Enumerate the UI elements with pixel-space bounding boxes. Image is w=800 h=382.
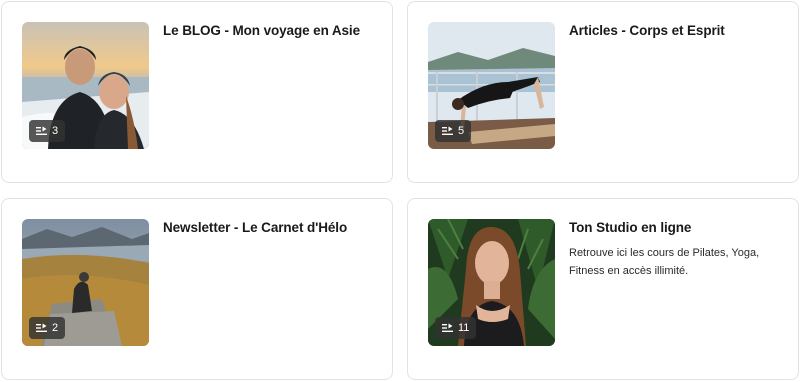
item-count-badge: 5 [435,120,472,142]
collection-card-blog[interactable]: 3 Le BLOG - Mon voyage en Asie [1,1,393,183]
item-count: 2 [52,322,59,334]
item-count: 5 [458,125,465,137]
item-count-badge: 11 [435,317,477,339]
playlist-icon [36,126,47,135]
card-thumbnail[interactable]: 5 [428,22,555,149]
item-count: 11 [458,322,470,334]
item-count-badge: 2 [29,317,66,339]
card-thumbnail[interactable]: 11 [428,219,555,346]
playlist-icon [442,323,453,332]
card-description: Retrouve ici les cours de Pilates, Yoga,… [569,247,760,277]
item-count: 3 [52,125,59,137]
item-count-badge: 3 [29,120,66,142]
card-title[interactable]: Ton Studio en ligne [569,220,784,235]
card-thumbnail[interactable]: 2 [22,219,149,346]
card-title[interactable]: Newsletter - Le Carnet d'Hélo [163,220,378,235]
card-thumbnail[interactable]: 3 [22,22,149,149]
card-title[interactable]: Le BLOG - Mon voyage en Asie [163,23,378,38]
collection-card-articles[interactable]: 5 Articles - Corps et Esprit [407,1,799,183]
playlist-icon [442,126,453,135]
collection-card-newsletter[interactable]: 2 Newsletter - Le Carnet d'Hélo [1,198,393,380]
playlist-icon [36,323,47,332]
collection-card-studio[interactable]: 11 Ton Studio en ligne Retrouve ici les … [407,198,799,380]
card-title[interactable]: Articles - Corps et Esprit [569,23,784,38]
